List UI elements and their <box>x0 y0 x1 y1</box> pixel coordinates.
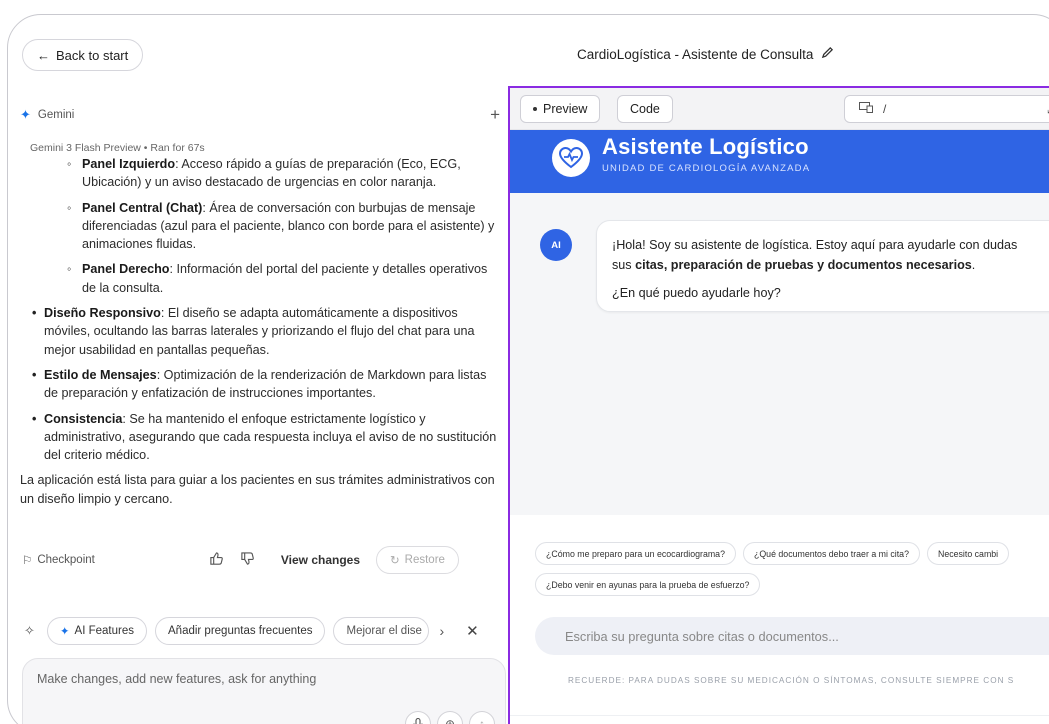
restore-button[interactable]: ↻ Restore <box>376 546 459 574</box>
divider <box>510 715 1049 716</box>
chip-ai-features[interactable]: ✦ AI Features <box>46 617 147 645</box>
main-list: Diseño Responsivo: El diseño se adapta a… <box>30 304 500 464</box>
feedback-buttons <box>209 551 255 569</box>
question-input[interactable]: Escriba su pregunta sobre citas o docume… <box>535 617 1049 655</box>
question-placeholder: Escriba su pregunta sobre citas o docume… <box>565 628 839 644</box>
app-window: ← Back to start CardioLogística - Asiste… <box>7 14 1049 724</box>
chip-label: Añadir preguntas frecuentes <box>168 625 313 637</box>
suggestion-chip[interactable]: Necesito cambi <box>926 542 1010 565</box>
thumbs-up-icon[interactable] <box>209 551 224 569</box>
project-title-text: CardioLogística - Asistente de Consulta <box>577 46 814 62</box>
back-to-start-button[interactable]: ← Back to start <box>22 39 144 71</box>
medical-disclaimer: RECUERDE: PARA DUDAS SOBRE SU MEDICACIÓN… <box>568 676 1015 685</box>
suggestion-chip[interactable]: ¿Cómo me preparo para un ecocardiograma? <box>535 542 736 565</box>
suggestion-chip[interactable]: ¿Qué documentos debo traer a mi cita? <box>742 542 920 565</box>
app-subtitle: UNIDAD DE CARDIOLOGÍA AVANZADA <box>602 163 811 174</box>
checkpoint-label: Checkpoint <box>37 554 95 566</box>
list-item: Panel Derecho: Información del portal de… <box>30 260 500 297</box>
assistant-bubble: ¡Hola! Soy su asistente de logística. Es… <box>596 220 1049 312</box>
tab-code-label: Code <box>630 102 660 116</box>
pencil-icon[interactable] <box>821 46 834 62</box>
restore-label: Restore <box>404 554 445 566</box>
sub-list: Panel Izquierdo: Acceso rápido a guías d… <box>30 155 500 297</box>
preview-panel: Preview Code / ⤢ Asistente Logístico UNI… <box>508 86 1049 724</box>
chat-area: AI ¡Hola! Soy su asistente de logística.… <box>510 193 1049 515</box>
chat-panel: ✦ Gemini + Gemini 3 Flash Preview • Ran … <box>8 87 508 724</box>
tab-code[interactable]: Code <box>617 95 673 123</box>
tab-preview-label: Preview <box>543 102 588 116</box>
suggestion-chips: ✧ ✦ AI Features Añadir preguntas frecuen… <box>24 617 504 645</box>
assistant-message: Panel Izquierdo: Acceso rápido a guías d… <box>20 155 500 508</box>
chip-label: Mejorar el dise <box>346 625 422 637</box>
device-icon[interactable] <box>859 102 873 116</box>
heart-pulse-icon <box>552 139 590 177</box>
bubble-line: ¡Hola! Soy su asistente de logística. Es… <box>612 238 1018 252</box>
suggestion-area: ¿Cómo me preparo para un ecocardiograma?… <box>510 515 1049 724</box>
send-arrow-icon[interactable]: ↑ <box>469 711 495 724</box>
assistant-avatar: AI <box>540 229 572 261</box>
restore-icon: ↻ <box>390 555 400 567</box>
list-item: Panel Central (Chat): Área de conversaci… <box>30 199 500 254</box>
list-item: Consistencia: Se ha mantenido el enfoque… <box>30 410 500 465</box>
list-item: Panel Izquierdo: Acceso rápido a guías d… <box>30 155 500 192</box>
thumbs-down-icon[interactable] <box>240 551 255 569</box>
top-bar: ← Back to start CardioLogística - Asiste… <box>8 15 1049 87</box>
microphone-icon[interactable] <box>405 711 431 724</box>
chevron-right-icon[interactable]: › <box>439 623 444 639</box>
project-title: CardioLogística - Asistente de Consulta <box>577 46 834 62</box>
chip-improve-design[interactable]: Mejorar el dise <box>333 617 430 645</box>
preview-toolbar: Preview Code / ⤢ <box>510 88 1049 130</box>
prompt-placeholder: Make changes, add new features, ask for … <box>37 672 317 686</box>
tab-preview[interactable]: Preview <box>520 95 601 123</box>
sparkle-icon: ✦ <box>59 626 70 638</box>
add-circle-icon[interactable]: ⊕ <box>437 711 463 724</box>
list-item: Diseño Responsivo: El diseño se adapta a… <box>30 304 500 359</box>
bubble-line: sus citas, preparación de pruebas y docu… <box>612 258 976 272</box>
gemini-sparkle-icon: ✦ <box>20 107 31 122</box>
suggestion-row: ¿Debo venir en ayunas para la prueba de … <box>535 573 761 596</box>
suggestion-chip[interactable]: ¿Debo venir en ayunas para la prueba de … <box>535 573 761 596</box>
flag-icon: ⚐ <box>22 555 33 567</box>
gemini-label: Gemini <box>37 109 75 121</box>
final-paragraph: La aplicación está lista para guiar a lo… <box>20 473 495 506</box>
url-bar[interactable]: / ⤢ <box>844 95 1049 123</box>
message-actions: ⚐ Checkpoint View changes ↻ Restore <box>22 544 502 576</box>
model-info: Gemini 3 Flash Preview • Ran for 67s <box>30 142 205 154</box>
list-item: Estilo de Mensajes: Optimización de la r… <box>30 366 500 403</box>
arrow-left-icon: ← <box>37 47 50 63</box>
bubble-question: ¿En qué puedo ayudarle hoy? <box>612 286 781 300</box>
app-title: Asistente Logístico <box>602 134 809 159</box>
chip-faq[interactable]: Añadir preguntas frecuentes <box>155 617 326 645</box>
close-icon[interactable]: ✕ <box>466 622 479 640</box>
view-changes-button[interactable]: View changes <box>281 553 360 567</box>
chip-label: AI Features <box>74 625 134 637</box>
url-path: / <box>883 102 887 116</box>
plus-icon[interactable]: + <box>490 105 500 125</box>
back-label: Back to start <box>56 47 129 63</box>
suggestion-row: ¿Cómo me preparo para un ecocardiograma?… <box>535 542 1010 565</box>
gemini-header: ✦ Gemini + <box>20 105 500 125</box>
active-dot <box>533 107 537 111</box>
prompt-input[interactable]: Make changes, add new features, ask for … <box>22 658 506 724</box>
checkpoint[interactable]: ⚐ Checkpoint <box>22 553 95 567</box>
sparkle-refresh-icon[interactable]: ✧ <box>24 623 35 639</box>
app-header: Asistente Logístico UNIDAD DE CARDIOLOGÍ… <box>510 130 1049 193</box>
